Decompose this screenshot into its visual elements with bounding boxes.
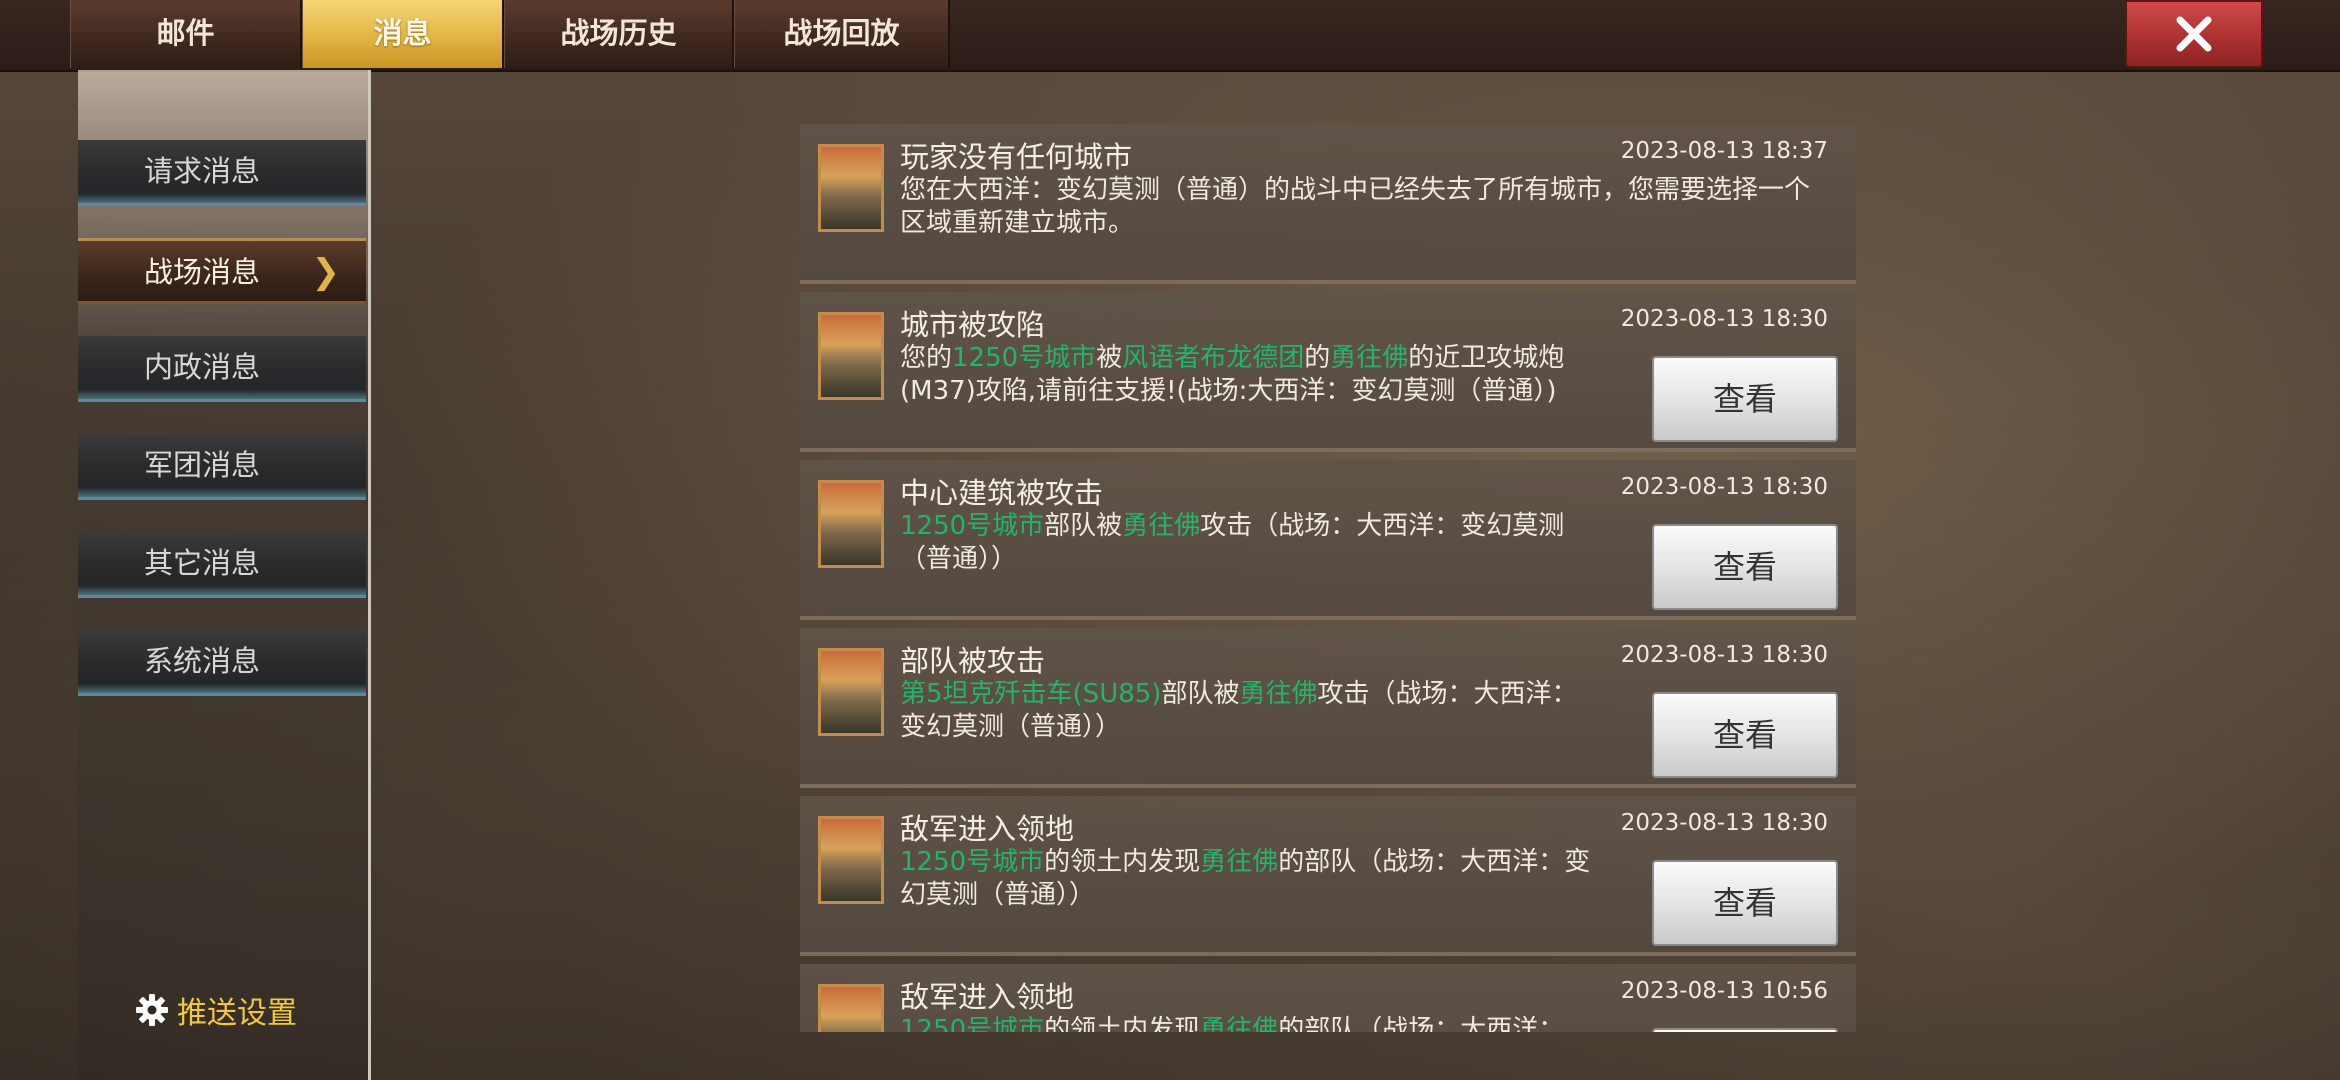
view-button[interactable]: 查看 xyxy=(1652,356,1838,442)
message-text: 的 xyxy=(1304,343,1331,373)
push-settings-button[interactable]: 推送设置 xyxy=(135,988,297,1032)
player-link[interactable]: 勇往佛 xyxy=(1330,343,1408,373)
list-item[interactable]: 城市被攻陷 2023-08-13 18:30 您的1250号城市被风语者布龙德团… xyxy=(800,292,1856,452)
legion-link[interactable]: 风语者布龙德团 xyxy=(1122,343,1304,373)
view-button[interactable]: 查看 xyxy=(1652,524,1838,610)
message-time: 2023-08-13 10:56 xyxy=(1620,978,1828,1004)
message-text: 的部队（战场：大西洋： xyxy=(1278,1015,1565,1032)
view-button[interactable]: 查看 xyxy=(1652,860,1838,946)
tab-battle-replay[interactable]: 战场回放 xyxy=(734,0,950,68)
message-body: 1250号城市的领土内发现勇往佛的部队（战场：大西洋： xyxy=(900,1014,1600,1032)
player-link[interactable]: 勇往佛 xyxy=(1200,847,1278,877)
sidebar-item-label: 军团消息 xyxy=(144,448,261,482)
city-link[interactable]: 1250号城市 xyxy=(900,847,1044,877)
tank-icon xyxy=(818,984,884,1032)
message-category-sidebar: 请求消息 战场消息 ❯ 内政消息 军团消息 其它消息 系统消息 xyxy=(78,70,371,1080)
player-link[interactable]: 勇往佛 xyxy=(1239,679,1317,709)
sidebar-item-label: 系统消息 xyxy=(144,644,261,678)
list-item[interactable]: 敌军进入领地 2023-08-13 18:30 1250号城市的领土内发现勇往佛… xyxy=(800,796,1856,956)
message-text: 您的 xyxy=(900,343,953,373)
message-body: 您在大西洋：变幻莫测（普通）的战斗中已经失去了所有城市，您需要选择一个区域重新建… xyxy=(900,174,1830,240)
message-time: 2023-08-13 18:37 xyxy=(1620,138,1828,164)
message-text: 被 xyxy=(1096,343,1123,373)
message-time: 2023-08-13 18:30 xyxy=(1620,306,1828,332)
gear-icon xyxy=(136,994,168,1026)
sidebar-item-label: 其它消息 xyxy=(144,546,261,580)
view-button[interactable]: 查看 xyxy=(1652,692,1838,778)
tab-messages[interactable]: 消息 xyxy=(302,0,504,68)
unit-link[interactable]: 第5坦克歼击车(SU85) xyxy=(900,679,1161,709)
message-text: 您在大西洋：变幻莫测（普通）的战斗中已经失去了所有城市，您需要选择一个区域重新建… xyxy=(900,175,1811,238)
sidebar-item-system[interactable]: 系统消息 xyxy=(78,630,366,696)
list-item[interactable]: 玩家没有任何城市 2023-08-13 18:37 您在大西洋：变幻莫测（普通）… xyxy=(800,124,1856,284)
tab-mail[interactable]: 邮件 xyxy=(70,0,302,68)
sidebar-item-domestic[interactable]: 内政消息 xyxy=(78,336,366,402)
sidebar-item-label: 请求消息 xyxy=(144,154,261,188)
message-body: 您的1250号城市被风语者布龙德团的勇往佛的近卫攻城炮(M37)攻陷,请前往支援… xyxy=(900,342,1600,408)
tank-icon xyxy=(818,312,884,400)
message-body: 1250号城市的领土内发现勇往佛的部队（战场：大西洋：变幻莫测（普通）） xyxy=(900,846,1600,912)
push-settings-label: 推送设置 xyxy=(177,996,297,1031)
tab-battle-history[interactable]: 战场历史 xyxy=(504,0,734,68)
sidebar-item-legion[interactable]: 军团消息 xyxy=(78,434,366,500)
player-link[interactable]: 勇往佛 xyxy=(1200,1015,1278,1032)
city-link[interactable]: 1250号城市 xyxy=(900,1015,1044,1032)
close-button[interactable] xyxy=(2125,0,2263,68)
message-body: 1250号城市部队被勇往佛攻击（战场：大西洋：变幻莫测（普通）） xyxy=(900,510,1600,576)
close-icon xyxy=(2176,16,2212,52)
message-time: 2023-08-13 18:30 xyxy=(1620,642,1828,668)
message-title: 敌军进入领地 xyxy=(900,812,1075,846)
sidebar-item-requests[interactable]: 请求消息 xyxy=(78,140,366,206)
chevron-right-icon: ❯ xyxy=(311,252,341,292)
sidebar-item-other[interactable]: 其它消息 xyxy=(78,532,366,598)
message-body: 第5坦克歼击车(SU85)部队被勇往佛攻击（战场：大西洋：变幻莫测（普通）） xyxy=(900,678,1600,744)
message-list[interactable]: 玩家没有任何城市 2023-08-13 18:37 您在大西洋：变幻莫测（普通）… xyxy=(800,124,1856,1032)
city-link[interactable]: 1250号城市 xyxy=(952,343,1096,373)
view-button[interactable]: 查看 xyxy=(1652,1028,1838,1032)
list-item[interactable]: 部队被攻击 2023-08-13 18:30 第5坦克歼击车(SU85)部队被勇… xyxy=(800,628,1856,788)
tank-icon xyxy=(818,480,884,568)
player-link[interactable]: 勇往佛 xyxy=(1122,511,1200,541)
message-time: 2023-08-13 18:30 xyxy=(1620,474,1828,500)
sidebar-item-battle[interactable]: 战场消息 ❯ xyxy=(78,238,366,304)
message-title: 部队被攻击 xyxy=(900,644,1046,678)
sidebar-item-label: 内政消息 xyxy=(144,350,261,384)
message-title: 玩家没有任何城市 xyxy=(900,140,1133,174)
top-tab-bar: 邮件 消息 战场历史 战场回放 xyxy=(0,0,2340,72)
message-text: 部队被 xyxy=(1044,511,1123,541)
tank-icon xyxy=(818,648,884,736)
message-title: 城市被攻陷 xyxy=(900,308,1046,342)
list-item[interactable]: 敌军进入领地 2023-08-13 10:56 1250号城市的领土内发现勇往佛… xyxy=(800,964,1856,1032)
message-title: 中心建筑被攻击 xyxy=(900,476,1104,510)
message-text: 的领土内发现 xyxy=(1044,1015,1201,1032)
city-link[interactable]: 1250号城市 xyxy=(900,511,1044,541)
message-text: 的领土内发现 xyxy=(1044,847,1201,877)
message-text: 部队被 xyxy=(1161,679,1240,709)
message-time: 2023-08-13 18:30 xyxy=(1620,810,1828,836)
list-item[interactable]: 中心建筑被攻击 2023-08-13 18:30 1250号城市部队被勇往佛攻击… xyxy=(800,460,1856,620)
tank-icon xyxy=(818,816,884,904)
message-title: 敌军进入领地 xyxy=(900,980,1075,1014)
sidebar-item-label: 战场消息 xyxy=(144,255,261,289)
tank-icon xyxy=(818,144,884,232)
